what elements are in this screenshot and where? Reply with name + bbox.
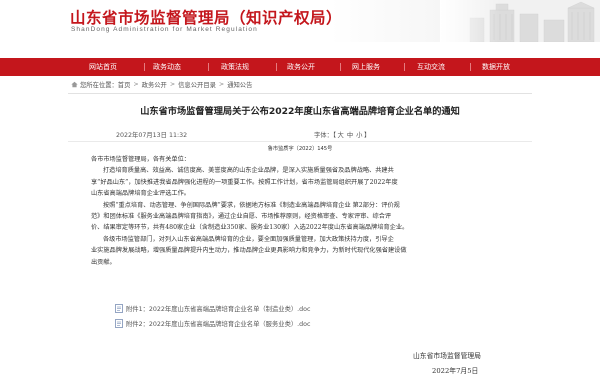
- paragraph-line: 出贡献。: [91, 258, 116, 266]
- font-medium-button[interactable]: 中: [347, 132, 353, 139]
- breadcrumb-prefix: 您所在位置：: [80, 82, 118, 89]
- breadcrumb-link-gov-open[interactable]: 政务公开: [142, 80, 167, 89]
- font-bracket-close: 】: [363, 132, 371, 139]
- nav-divider: [470, 63, 471, 71]
- nav-divider: [340, 63, 341, 71]
- site-header: 山东省市场监督管理局（知识产权局） ShanDong Administratio…: [0, 0, 600, 42]
- attachment-link-manufacturing[interactable]: 附件1：2022年度山东省高端品牌培育企业名单（制造业类）.doc: [126, 304, 310, 313]
- signature-org: 山东省市场监督管理局: [413, 352, 481, 360]
- document-icon: [115, 304, 123, 313]
- divider: [68, 93, 532, 94]
- breadcrumb-link-notices[interactable]: 通知公告: [227, 80, 252, 89]
- article-title: 山东省市场监督管理局关于公布2022年度山东省高端品牌培育企业名单的通知: [140, 106, 460, 117]
- paragraph-line: 按照“重点培育、动态管理、争创国际品牌”要求，依据地方标准《制造业高端品牌培育企…: [103, 201, 400, 209]
- nav-item-home[interactable]: 网站首页: [89, 58, 117, 76]
- breadcrumb-link-info-catalog[interactable]: 信息公开目录: [178, 80, 216, 89]
- document-icon: [115, 319, 123, 328]
- breadcrumb-separator: >: [218, 81, 225, 88]
- font-bracket-open: 【: [332, 132, 337, 139]
- paragraph-line: 各级市场监管部门，对列入山东省高端品牌培育的企业，要全面加强质量管理，加大政策扶…: [103, 235, 394, 243]
- breadcrumb-separator: >: [133, 81, 139, 88]
- attachment-item: 附件2：2022年度山东省高端品牌培育企业名单（服务业类）.doc: [115, 319, 310, 328]
- font-size-control: 字体：【大中小】: [314, 130, 370, 139]
- paragraph-line: 打造培育质量高、效益高、诚信度高、美誉度高的山东企业品牌，是深入实施质量强省及品…: [103, 167, 394, 175]
- attachment-item: 附件1：2022年度山东省高端品牌培育企业名单（制造业类）.doc: [115, 304, 310, 313]
- divider: [68, 141, 532, 142]
- nav-divider: [404, 63, 405, 71]
- site-title: 山东省市场监督管理局（知识产权局）: [70, 8, 343, 27]
- nav-item-online-services[interactable]: 网上服务: [352, 58, 380, 76]
- nav-item-open-data[interactable]: 数据开放: [482, 58, 510, 76]
- paragraph-line: 享“好品山东”，加快推进我省品牌强化进程的一项重要工作。按照工作计划，省市场监管…: [91, 178, 398, 186]
- paragraph-line: 价、结果审定等环节，共有480家企业（含制造业350家、服务业130家）入选20…: [91, 224, 409, 232]
- breadcrumb-link-home[interactable]: 首页: [118, 80, 131, 89]
- nav-item-gov-open[interactable]: 政务公开: [287, 58, 315, 76]
- nav-item-interaction[interactable]: 互动交流: [417, 58, 445, 76]
- paragraph-line: 业实施品牌发展战略，增强质量品牌提升内生动力，推动品牌企业更具影响力和竞争力，为…: [91, 247, 407, 255]
- signature-date: 2022年7月5日: [432, 367, 479, 375]
- breadcrumb-separator: >: [169, 81, 176, 88]
- paragraph-line: 范》和团体标准《服务业高端品牌培育指南》，通过企业自愿、市场推荐原则，经资格审查…: [91, 213, 392, 221]
- nav-item-news[interactable]: 政务动态: [153, 58, 181, 76]
- article-date: 2022年07月13日 11:32: [116, 132, 188, 139]
- paragraph-line: 山东省高端品牌培育企业评选工作。: [91, 190, 190, 198]
- home-icon: [71, 81, 78, 88]
- font-size-label: 字体：: [314, 132, 333, 139]
- main-nav: 网站首页 政务动态 政策法规 政务公开 网上服务 互动交流 数据开放: [0, 58, 600, 76]
- paragraph-salutation: 各市市场监督管理局，各有关单位：: [91, 156, 190, 163]
- nav-item-policies[interactable]: 政策法规: [221, 58, 249, 76]
- article-body: 各市市场监督管理局，各有关单位： 打造培育质量高、效益高、诚信度高、美誉度高的山…: [91, 154, 512, 268]
- document-number: 鲁市监质字〔2022〕145号: [267, 146, 333, 152]
- building-illustration: [440, 0, 600, 42]
- nav-divider: [276, 63, 277, 71]
- breadcrumb: 您所在位置： 首页 > 政务公开 > 信息公开目录 > 通知公告: [71, 79, 252, 90]
- attachment-link-services[interactable]: 附件2：2022年度山东省高端品牌培育企业名单（服务业类）.doc: [126, 319, 310, 328]
- site-subtitle: ShanDong Administration for Market Regul…: [71, 26, 258, 33]
- nav-divider: [208, 63, 209, 71]
- font-large-button[interactable]: 大: [338, 132, 344, 139]
- nav-divider: [144, 63, 145, 71]
- font-small-button[interactable]: 小: [356, 132, 362, 139]
